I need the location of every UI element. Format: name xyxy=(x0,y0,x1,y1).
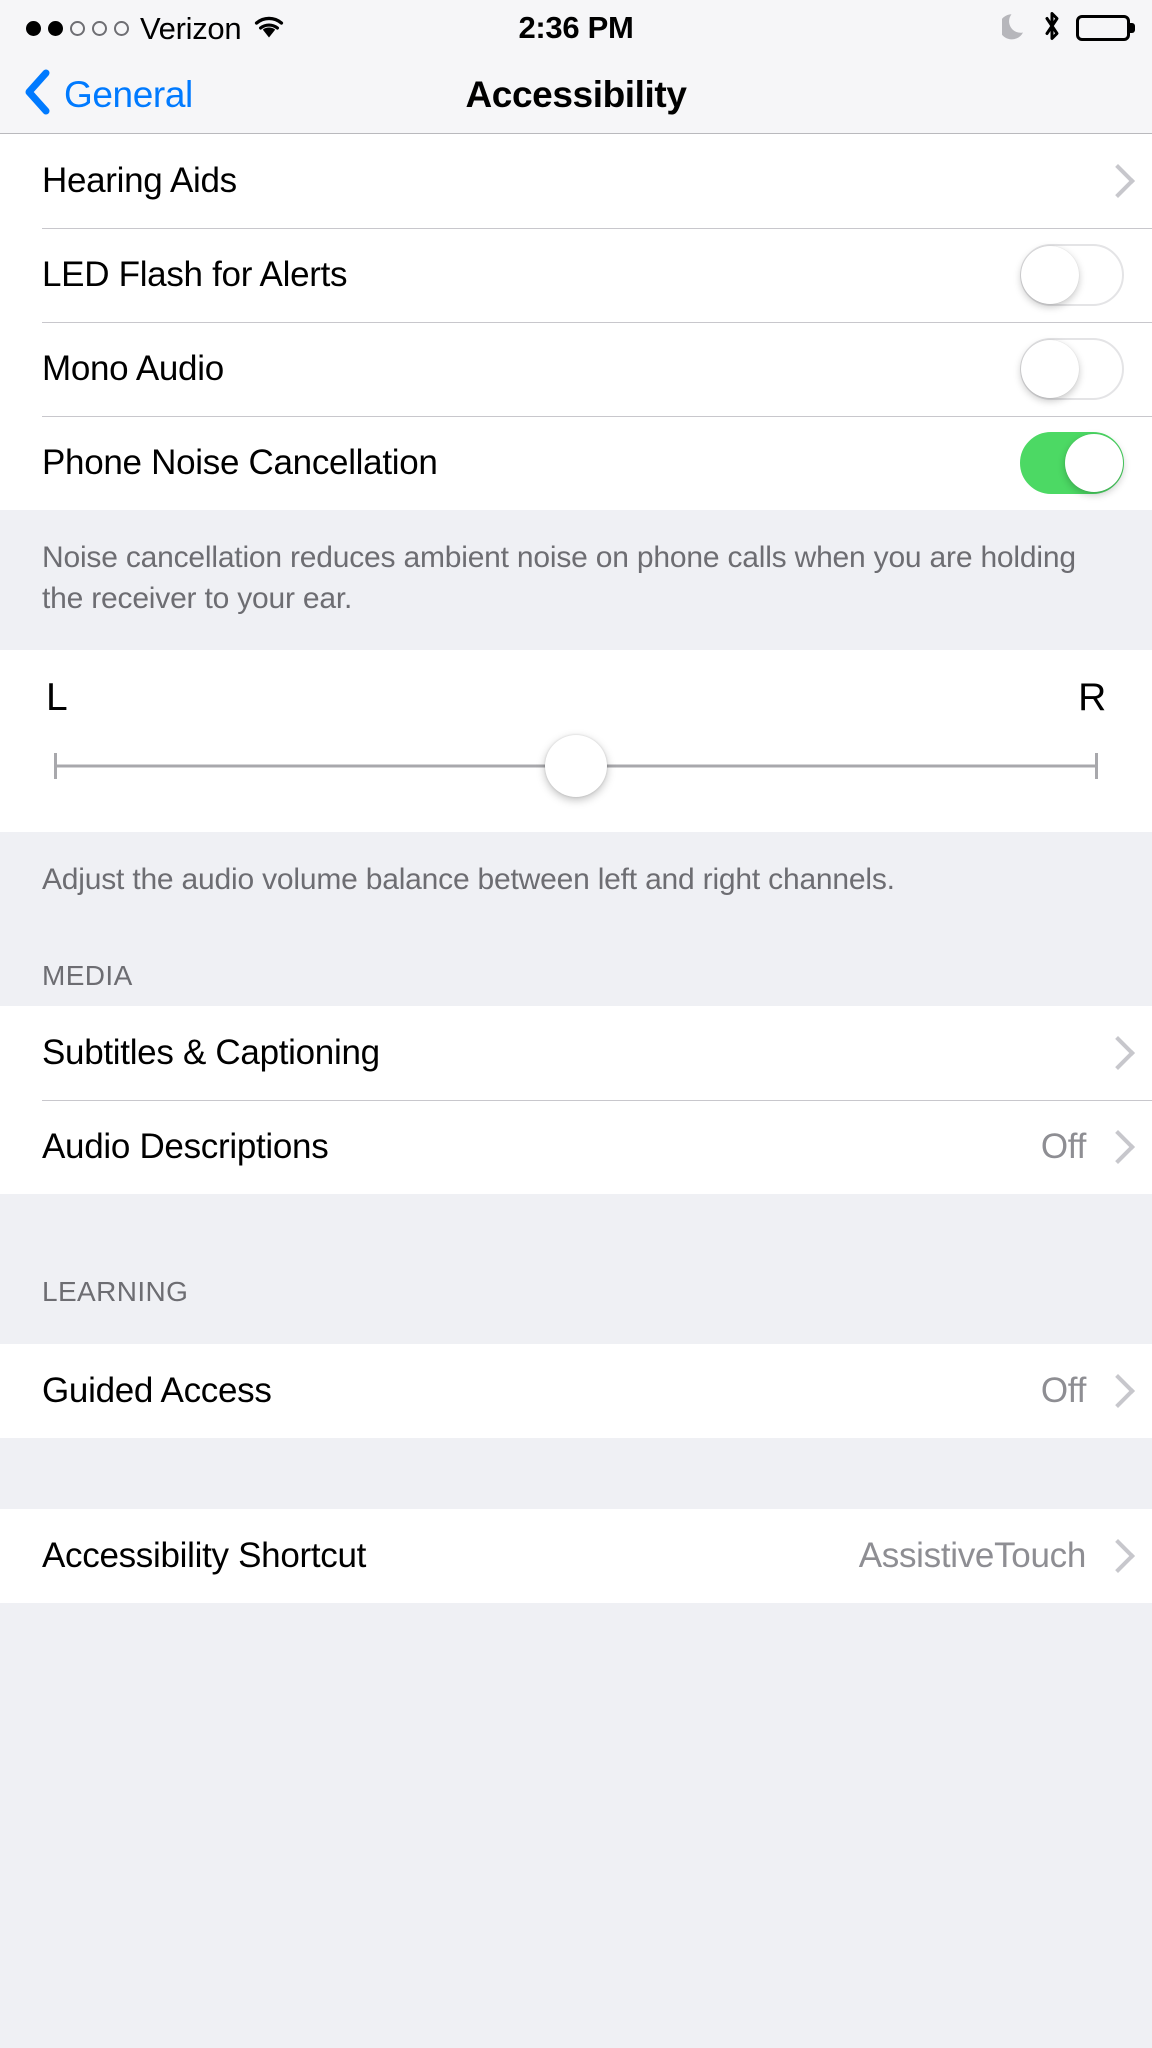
slider-cap-right xyxy=(1095,752,1098,779)
audio-balance-group: L R xyxy=(0,649,1152,832)
row-accessibility-shortcut[interactable]: Accessibility Shortcut AssistiveTouch xyxy=(0,1509,1152,1604)
carrier-label: Verizon xyxy=(140,10,242,46)
wifi-icon xyxy=(252,13,286,44)
toggle-phone-noise-cancellation[interactable] xyxy=(1020,432,1124,494)
row-value: Off xyxy=(1040,1127,1086,1167)
row-value: AssistiveTouch xyxy=(858,1536,1087,1576)
learning-group: Guided Access Off xyxy=(0,1344,1152,1439)
back-button-label: General xyxy=(64,73,193,115)
status-bar-right xyxy=(999,10,1130,47)
bluetooth-icon xyxy=(1041,10,1063,47)
row-mono-audio[interactable]: Mono Audio xyxy=(0,322,1152,416)
shortcut-group: Accessibility Shortcut AssistiveTouch xyxy=(0,1509,1152,1604)
hearing-group: Hearing Aids LED Flash for Alerts Mono A… xyxy=(0,134,1152,510)
toggle-knob xyxy=(1021,340,1079,398)
row-label: Accessibility Shortcut xyxy=(42,1536,367,1576)
row-label: Hearing Aids xyxy=(42,161,237,200)
row-label: Mono Audio xyxy=(42,349,224,388)
row-guided-access[interactable]: Guided Access Off xyxy=(0,1344,1152,1439)
row-accessory xyxy=(1020,432,1124,494)
slider-knob[interactable] xyxy=(545,734,607,797)
noise-cancellation-footer: Noise cancellation reduces ambient noise… xyxy=(0,510,1152,650)
signal-dot-empty xyxy=(92,20,107,36)
settings-list[interactable]: Hearing Aids LED Flash for Alerts Mono A… xyxy=(0,134,1152,2048)
row-label: Phone Noise Cancellation xyxy=(42,443,438,482)
row-label: Subtitles & Captioning xyxy=(42,1033,380,1073)
row-accessory xyxy=(1020,338,1124,400)
signal-dot-filled xyxy=(48,20,63,36)
row-accessory: Off xyxy=(1041,1127,1124,1167)
balance-labels: L R xyxy=(42,676,1110,734)
row-phone-noise-cancellation[interactable]: Phone Noise Cancellation xyxy=(0,416,1152,510)
bottom-spacer xyxy=(0,1603,1152,1804)
row-hearing-aids[interactable]: Hearing Aids xyxy=(0,134,1152,228)
row-accessory xyxy=(1106,1037,1124,1069)
row-label: Guided Access xyxy=(42,1371,272,1411)
moon-icon xyxy=(999,11,1028,46)
media-group: Subtitles & Captioning Audio Description… xyxy=(0,1006,1152,1195)
row-label: LED Flash for Alerts xyxy=(42,255,348,294)
row-value: Off xyxy=(1040,1371,1086,1411)
accessibility-settings-screen: Verizon 2:36 PM General Accessibility He… xyxy=(0,0,1152,2048)
toggle-led-flash-for-alerts[interactable] xyxy=(1020,244,1124,306)
row-accessory xyxy=(1020,244,1124,306)
row-subtitles-and-captioning[interactable]: Subtitles & Captioning xyxy=(0,1006,1152,1101)
chevron-right-icon xyxy=(1106,1375,1124,1407)
signal-dot-empty xyxy=(114,20,129,36)
status-bar-left: Verizon xyxy=(26,13,286,44)
row-accessory xyxy=(1106,165,1124,197)
status-bar: Verizon 2:36 PM xyxy=(0,0,1152,56)
balance-right-label: R xyxy=(1078,675,1106,719)
balance-footer: Adjust the audio volume balance between … xyxy=(0,831,1152,931)
row-accessory: Off xyxy=(1041,1371,1124,1411)
row-audio-descriptions[interactable]: Audio Descriptions Off xyxy=(0,1100,1152,1195)
media-section-header: MEDIA xyxy=(0,930,1152,1007)
toggle-mono-audio[interactable] xyxy=(1020,338,1124,400)
learning-section-header: LEARNING xyxy=(0,1194,1152,1345)
signal-strength-indicator xyxy=(26,20,129,36)
toggle-knob xyxy=(1021,246,1079,304)
chevron-right-icon xyxy=(1106,1540,1124,1572)
chevron-left-icon xyxy=(22,68,52,121)
battery-icon xyxy=(1076,15,1130,41)
row-label: Audio Descriptions xyxy=(42,1127,329,1167)
toggle-knob xyxy=(1065,434,1123,492)
signal-dot-filled xyxy=(26,20,41,36)
row-led-flash-for-alerts[interactable]: LED Flash for Alerts xyxy=(0,228,1152,322)
audio-balance-slider[interactable] xyxy=(54,734,1098,798)
navigation-bar: General Accessibility xyxy=(0,56,1152,134)
slider-cap-left xyxy=(54,752,57,779)
chevron-right-icon xyxy=(1106,1037,1124,1069)
chevron-right-icon xyxy=(1106,1131,1124,1163)
group-spacer xyxy=(0,1438,1152,1510)
balance-left-label: L xyxy=(46,675,68,719)
chevron-right-icon xyxy=(1106,165,1124,197)
signal-dot-empty xyxy=(70,20,85,36)
back-button[interactable]: General xyxy=(22,68,193,121)
row-accessory: AssistiveTouch xyxy=(859,1536,1124,1576)
